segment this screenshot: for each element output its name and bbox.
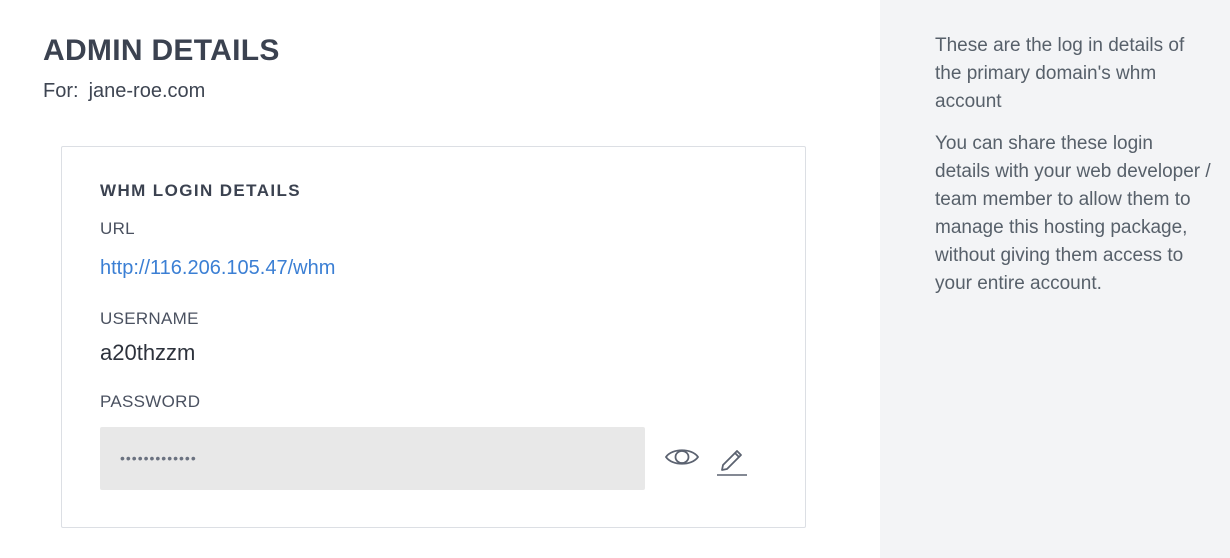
password-field[interactable]: •••••••••••••: [100, 427, 645, 490]
help-paragraph-1: These are the log in details of the prim…: [935, 35, 1185, 112]
whm-url-link[interactable]: http://116.206.105.47/whm: [100, 257, 335, 280]
domain-value: jane-roe.com: [88, 80, 206, 102]
url-label: URL: [100, 219, 135, 238]
help-paragraph-2: You can share these login details with y…: [935, 133, 1211, 294]
card-title: WHM LOGIN DETAILS: [100, 181, 302, 200]
main-panel: ADMIN DETAILS For: jane-roe.com WHM LOGIN…: [0, 0, 880, 558]
for-label: For:: [43, 80, 79, 102]
username-value: a20thzzm: [100, 340, 196, 365]
page: ADMIN DETAILS For: jane-roe.com WHM LOGIN…: [0, 0, 1230, 558]
password-label: PASSWORD: [100, 392, 201, 411]
page-title: ADMIN DETAILS: [43, 34, 280, 67]
pencil-icon[interactable]: [715, 443, 749, 477]
eye-icon[interactable]: [664, 445, 700, 469]
help-sidebar: These are the log in details of the prim…: [880, 0, 1230, 558]
username-label: USERNAME: [100, 309, 199, 328]
for-domain-line: For: jane-roe.com: [43, 80, 205, 103]
whm-login-card: WHM LOGIN DETAILS URL http://116.206.105…: [61, 146, 806, 528]
